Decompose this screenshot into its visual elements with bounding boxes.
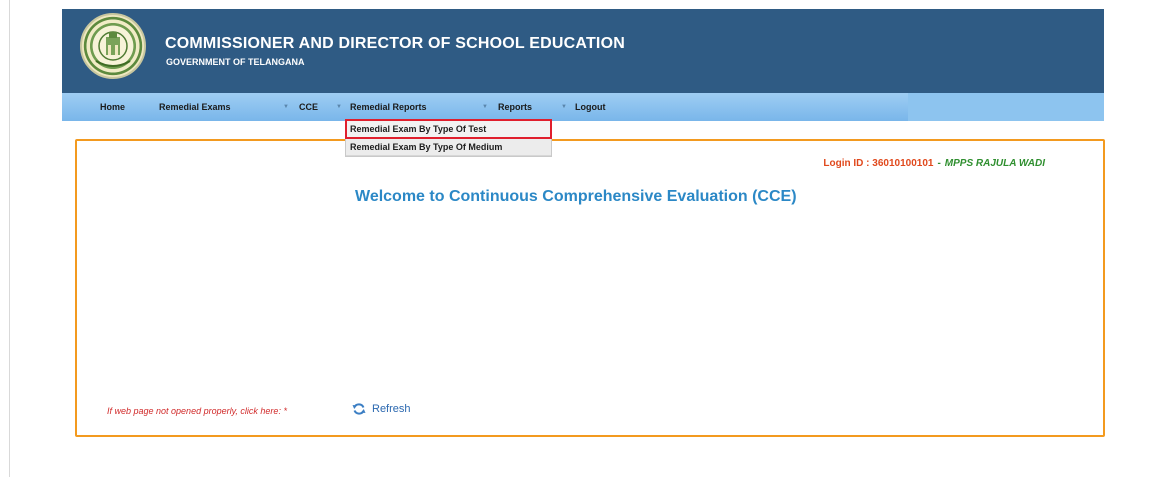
- nav-item-logout[interactable]: Logout: [575, 102, 606, 112]
- menu-item-exam-by-type-of-test[interactable]: Remedial Exam By Type Of Test: [345, 119, 552, 139]
- remedial-reports-menu: Remedial Exam By Type Of Test Remedial E…: [345, 119, 552, 157]
- reload-note: If web page not opened properly, click h…: [107, 406, 287, 416]
- chevron-down-icon: ▼: [283, 104, 289, 110]
- nav-item-reports[interactable]: Reports: [498, 102, 532, 112]
- nav-item-cce[interactable]: CCE: [299, 102, 318, 112]
- left-divider: [9, 0, 10, 477]
- page: COMMISSIONER AND DIRECTOR OF SCHOOL EDUC…: [0, 0, 1160, 477]
- site-header: COMMISSIONER AND DIRECTOR OF SCHOOL EDUC…: [62, 9, 1104, 93]
- refresh-label[interactable]: Refresh: [372, 403, 411, 415]
- main-panel: Login ID : 36010100101- MPPS RAJULA WADI …: [75, 139, 1105, 437]
- login-id: Login ID : 36010100101: [823, 158, 934, 169]
- telangana-seal-icon: [80, 13, 146, 79]
- nav-item-remedial-exams[interactable]: Remedial Exams: [159, 102, 231, 112]
- main-nav: Home Remedial Exams ▼ CCE ▼ Remedial Rep…: [62, 93, 1104, 121]
- nav-item-home[interactable]: Home: [100, 102, 125, 112]
- chevron-down-icon: ▼: [336, 104, 342, 110]
- login-separator: -: [937, 158, 941, 169]
- header-title: COMMISSIONER AND DIRECTOR OF SCHOOL EDUC…: [165, 35, 625, 52]
- refresh-button[interactable]: Refresh: [352, 402, 411, 416]
- header-subtitle: GOVERNMENT OF TELANGANA: [166, 57, 305, 67]
- welcome-heading: Welcome to Continuous Comprehensive Eval…: [355, 188, 797, 205]
- chevron-down-icon: ▼: [561, 104, 567, 110]
- chevron-down-icon: ▼: [482, 104, 488, 110]
- school-name: MPPS RAJULA WADI: [944, 158, 1045, 169]
- login-info: Login ID : 36010100101- MPPS RAJULA WADI: [823, 158, 1045, 169]
- nav-extension: [908, 93, 1104, 121]
- menu-item-exam-by-type-of-medium[interactable]: Remedial Exam By Type Of Medium: [346, 138, 551, 156]
- refresh-icon: [352, 403, 366, 415]
- nav-item-remedial-reports[interactable]: Remedial Reports: [350, 102, 427, 112]
